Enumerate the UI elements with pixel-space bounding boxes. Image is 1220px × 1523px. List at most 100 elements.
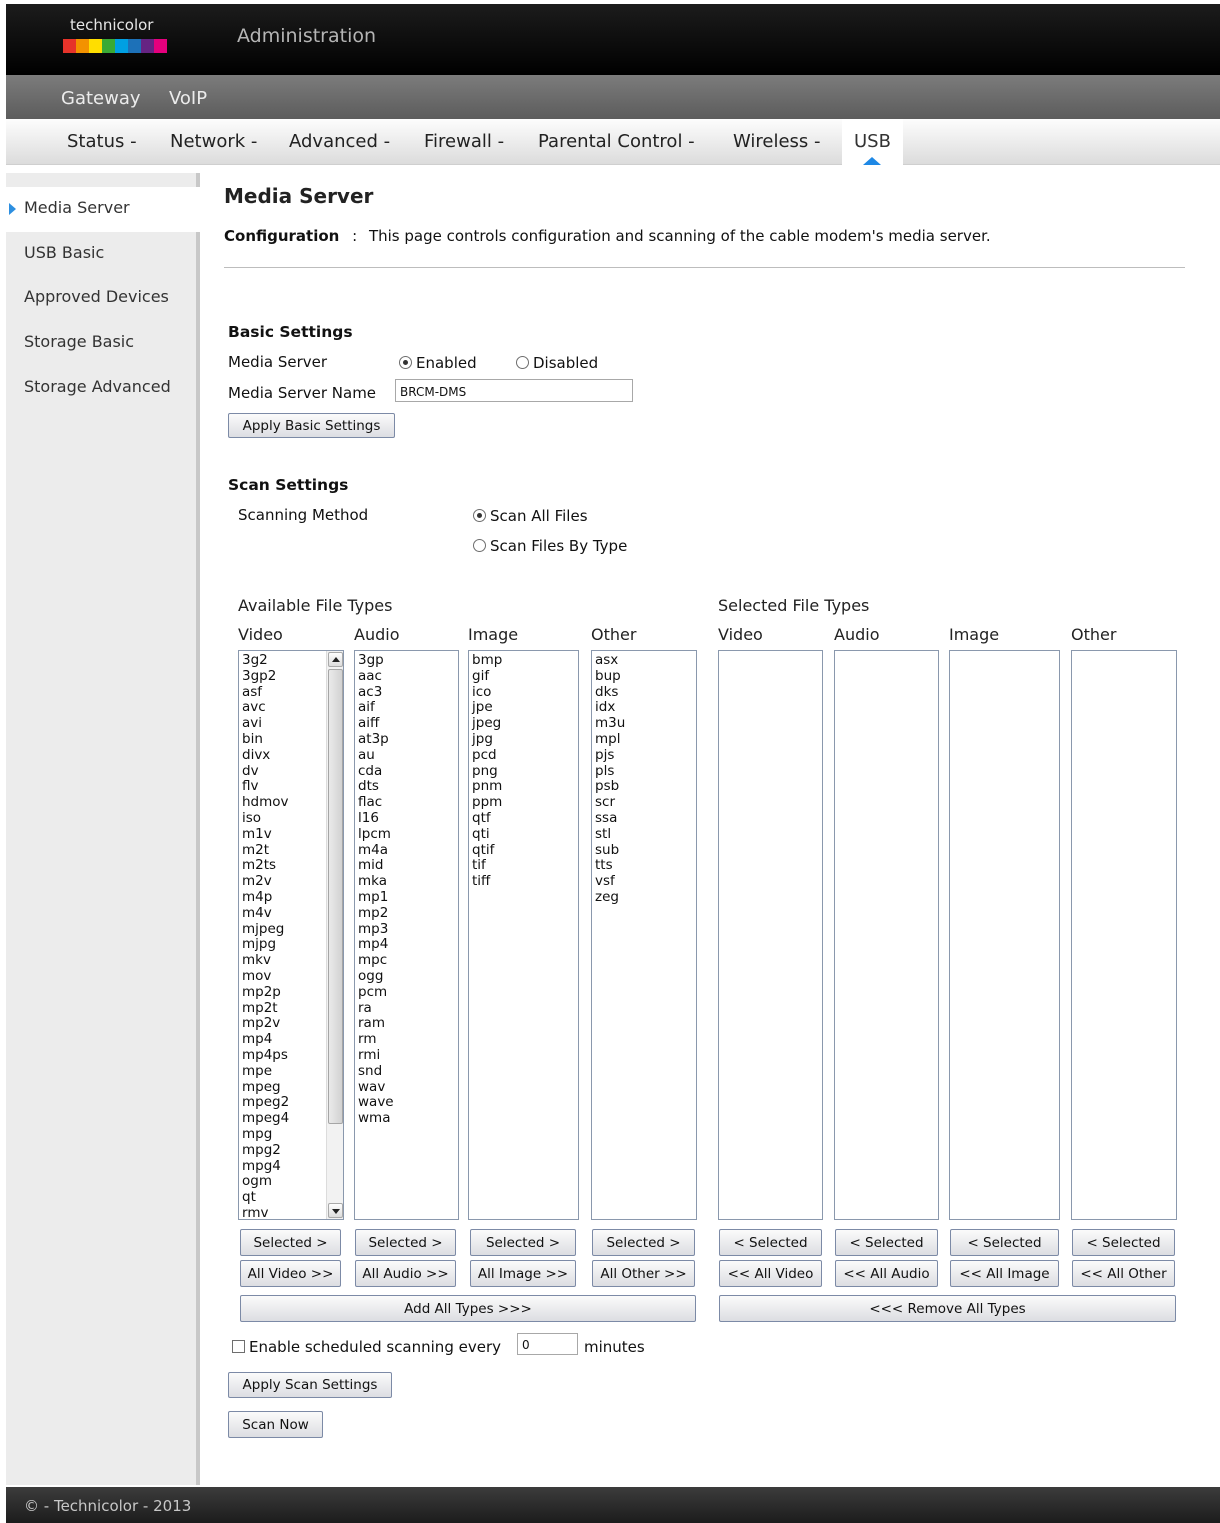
available-image-list[interactable]: bmp gif ico jpe jpeg jpg pcd png pnm ppm qtf qti qti…	[468, 650, 579, 1220]
file-type-option[interactable]: at3p	[355, 731, 458, 748]
tab-network[interactable]: Network -	[170, 131, 257, 152]
sidebar-item-approved-devices[interactable]: Approved Devices	[6, 276, 200, 321]
tab-advanced[interactable]: Advanced -	[289, 131, 390, 152]
file-type-option[interactable]: pjs	[592, 747, 696, 764]
add-selected-audio-button[interactable]: Selected >	[355, 1229, 456, 1256]
file-type-option[interactable]: l16	[355, 810, 458, 827]
tab-wireless[interactable]: Wireless -	[733, 131, 821, 152]
radio-scan-by-type[interactable]: Scan Files By Type	[473, 537, 627, 555]
file-type-option[interactable]: jpeg	[469, 715, 578, 732]
file-type-option[interactable]: jpg	[469, 731, 578, 748]
file-type-option[interactable]: scr	[592, 794, 696, 811]
file-type-option[interactable]: png	[469, 763, 578, 780]
file-type-option[interactable]: bmp	[469, 652, 578, 669]
scan-now-button[interactable]: Scan Now	[228, 1411, 323, 1438]
remove-selected-audio-button[interactable]: < Selected	[835, 1229, 938, 1256]
file-type-option[interactable]: ssa	[592, 810, 696, 827]
file-type-option[interactable]: vsf	[592, 873, 696, 890]
file-type-option[interactable]: mpc	[355, 952, 458, 969]
file-type-option[interactable]: pcd	[469, 747, 578, 764]
file-type-option[interactable]: mp4	[355, 937, 458, 953]
add-selected-other-button[interactable]: Selected >	[592, 1229, 695, 1256]
subnav-voip[interactable]: VoIP	[169, 88, 207, 109]
radio-disabled[interactable]: Disabled	[516, 354, 598, 372]
file-type-option[interactable]: wave	[355, 1095, 458, 1111]
file-type-option[interactable]: m4a	[355, 842, 458, 859]
remove-selected-video-button[interactable]: < Selected	[719, 1229, 822, 1256]
file-type-option[interactable]: mp3	[355, 921, 458, 938]
file-type-option[interactable]: snd	[355, 1063, 458, 1080]
add-all-audio-button[interactable]: All Audio >>	[355, 1260, 456, 1287]
file-type-option[interactable]: qtif	[469, 842, 578, 859]
file-type-option[interactable]: aac	[355, 668, 458, 685]
available-video-list[interactable]: 3g2 3gp2 asf avc avi bin divx dv flv hdmov iso m1v m…	[238, 650, 344, 1220]
file-type-option[interactable]: ppm	[469, 794, 578, 811]
file-type-option[interactable]: sub	[592, 842, 696, 859]
file-type-option[interactable]: ram	[355, 1016, 458, 1032]
file-type-option[interactable]: stl	[592, 826, 696, 843]
file-type-option[interactable]: tif	[469, 858, 578, 874]
file-type-option[interactable]: idx	[592, 700, 696, 716]
file-type-option[interactable]: jpe	[469, 700, 578, 716]
add-selected-video-button[interactable]: Selected >	[240, 1229, 341, 1256]
add-all-types-button[interactable]: Add All Types >>>	[240, 1295, 696, 1322]
file-type-option[interactable]: pcm	[355, 984, 458, 1001]
technicolor-logo[interactable]: technicolor	[63, 16, 173, 60]
sidebar-item-media-server[interactable]: Media Server	[6, 187, 200, 232]
remove-all-audio-button[interactable]: << All Audio	[835, 1260, 938, 1287]
file-type-option[interactable]: m3u	[592, 715, 696, 732]
file-type-option[interactable]: aiff	[355, 715, 458, 732]
scrollbar[interactable]	[326, 651, 343, 1219]
file-type-option[interactable]: mp1	[355, 889, 458, 906]
tab-usb[interactable]: USB	[842, 119, 903, 165]
file-type-option[interactable]: wav	[355, 1079, 458, 1096]
selected-video-list[interactable]	[718, 650, 823, 1220]
remove-selected-other-button[interactable]: < Selected	[1072, 1229, 1175, 1256]
radio-enabled[interactable]: Enabled	[399, 354, 477, 372]
file-type-option[interactable]: ogg	[355, 968, 458, 985]
file-type-option[interactable]: mid	[355, 858, 458, 874]
file-type-option[interactable]: 3gp	[355, 652, 458, 669]
file-type-option[interactable]: zeg	[592, 889, 696, 906]
apply-basic-settings-button[interactable]: Apply Basic Settings	[228, 413, 395, 438]
selected-audio-list[interactable]	[834, 650, 939, 1220]
file-type-option[interactable]: qti	[469, 826, 578, 843]
remove-all-image-button[interactable]: << All Image	[950, 1260, 1059, 1287]
file-type-option[interactable]: aif	[355, 700, 458, 716]
remove-selected-image-button[interactable]: < Selected	[950, 1229, 1059, 1256]
apply-scan-settings-button[interactable]: Apply Scan Settings	[228, 1372, 392, 1398]
radio-scan-all-files[interactable]: Scan All Files	[473, 507, 588, 525]
remove-all-video-button[interactable]: << All Video	[719, 1260, 822, 1287]
file-type-option[interactable]: ac3	[355, 684, 458, 701]
file-type-option[interactable]: tts	[592, 858, 696, 874]
available-audio-list[interactable]: 3gp aac ac3 aif aiff at3p au cda dts flac l16 lpcm m…	[354, 650, 459, 1220]
remove-all-other-button[interactable]: << All Other	[1072, 1260, 1175, 1287]
file-type-option[interactable]: bup	[592, 668, 696, 685]
tab-status[interactable]: Status -	[67, 131, 137, 152]
media-server-name-input[interactable]: BRCM-DMS	[395, 379, 633, 402]
file-type-option[interactable]: qtf	[469, 810, 578, 827]
selected-image-list[interactable]	[949, 650, 1060, 1220]
sidebar-item-usb-basic[interactable]: USB Basic	[6, 232, 200, 277]
scroll-up-icon[interactable]	[328, 652, 343, 667]
selected-other-list[interactable]	[1071, 650, 1177, 1220]
schedule-checkbox[interactable]: Enable scheduled scanning every	[232, 1338, 501, 1356]
file-type-option[interactable]: ico	[469, 684, 578, 701]
file-type-option[interactable]: mka	[355, 873, 458, 890]
file-type-option[interactable]: rmi	[355, 1047, 458, 1064]
scroll-down-icon[interactable]	[328, 1203, 343, 1218]
file-type-option[interactable]: mpl	[592, 731, 696, 748]
file-type-option[interactable]: au	[355, 747, 458, 764]
file-type-option[interactable]: flac	[355, 794, 458, 811]
add-selected-image-button[interactable]: Selected >	[470, 1229, 576, 1256]
file-type-option[interactable]: asx	[592, 652, 696, 669]
add-all-other-button[interactable]: All Other >>	[592, 1260, 695, 1287]
tab-parental-control[interactable]: Parental Control -	[538, 131, 695, 152]
available-other-list[interactable]: asx bup dks idx m3u mpl pjs pls psb scr ssa stl sub t…	[591, 650, 697, 1220]
file-type-option[interactable]: pnm	[469, 779, 578, 795]
file-type-option[interactable]: dts	[355, 779, 458, 795]
sidebar-item-storage-advanced[interactable]: Storage Advanced	[6, 366, 200, 411]
add-all-image-button[interactable]: All Image >>	[470, 1260, 576, 1287]
file-type-option[interactable]: mp2	[355, 905, 458, 922]
file-type-option[interactable]: psb	[592, 779, 696, 795]
